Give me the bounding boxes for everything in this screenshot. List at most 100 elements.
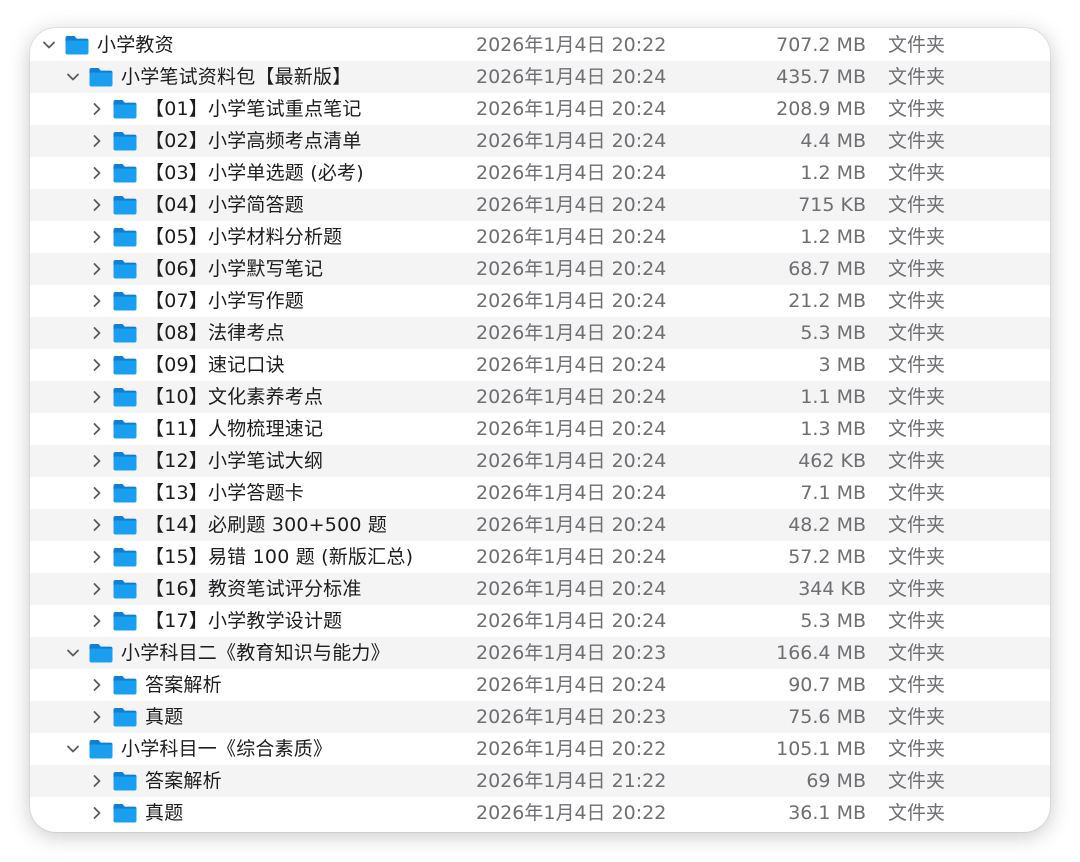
file-kind: 文件夹 (888, 514, 946, 536)
folder-icon (88, 738, 114, 760)
file-kind: 文件夹 (888, 642, 946, 664)
chevron-right-icon[interactable] (90, 293, 104, 309)
chevron-right-icon[interactable] (90, 357, 104, 373)
chevron-right-icon[interactable] (90, 773, 104, 789)
date-modified: 2026年1月4日 20:24 (476, 674, 667, 696)
chevron-right-icon[interactable] (90, 389, 104, 405)
folder-icon (112, 770, 138, 792)
file-row[interactable]: 真题 2026年1月4日 20:22 36.1 MB 文件夹 (30, 797, 1050, 829)
chevron-right-icon[interactable] (90, 485, 104, 501)
folder-icon (112, 194, 138, 216)
chevron-right-icon[interactable] (90, 101, 104, 117)
chevron-right-icon[interactable] (90, 229, 104, 245)
file-kind: 文件夹 (888, 674, 946, 696)
file-name: 【09】速记口诀 (145, 354, 285, 376)
file-row[interactable]: 答案解析 2026年1月4日 20:24 90.7 MB 文件夹 (30, 669, 1050, 701)
file-kind: 文件夹 (888, 802, 946, 824)
chevron-down-icon[interactable] (42, 37, 56, 53)
file-row[interactable]: 【02】小学高频考点清单 2026年1月4日 20:24 4.4 MB 文件夹 (30, 125, 1050, 157)
chevron-down-icon[interactable] (66, 69, 80, 85)
chevron-right-icon[interactable] (90, 517, 104, 533)
file-row[interactable]: 答案解析 2026年1月4日 21:22 69 MB 文件夹 (30, 765, 1050, 797)
chevron-down-icon[interactable] (66, 741, 80, 757)
file-kind: 文件夹 (888, 34, 946, 56)
date-modified: 2026年1月4日 20:24 (476, 162, 667, 184)
file-row[interactable]: 小学笔试资料包【最新版】 2026年1月4日 20:24 435.7 MB 文件夹 (30, 61, 1050, 93)
date-modified: 2026年1月4日 20:24 (476, 258, 667, 280)
file-row[interactable]: 【08】法律考点 2026年1月4日 20:24 5.3 MB 文件夹 (30, 317, 1050, 349)
file-row[interactable]: 【11】人物梳理速记 2026年1月4日 20:24 1.3 MB 文件夹 (30, 413, 1050, 445)
file-name: 【17】小学教学设计题 (145, 610, 343, 632)
file-size: 36.1 MB (788, 802, 866, 824)
file-kind: 文件夹 (888, 706, 946, 728)
file-row[interactable]: 小学科目二《教育知识与能力》 2026年1月4日 20:23 166.4 MB 文件夹 (30, 637, 1050, 669)
file-name: 【11】人物梳理速记 (145, 418, 324, 440)
folder-icon (112, 706, 138, 728)
date-modified: 2026年1月4日 20:24 (476, 546, 667, 568)
file-size: 105.1 MB (776, 738, 866, 760)
file-row[interactable]: 【04】小学简答题 2026年1月4日 20:24 715 KB 文件夹 (30, 189, 1050, 221)
file-row[interactable]: 【07】小学写作题 2026年1月4日 20:24 21.2 MB 文件夹 (30, 285, 1050, 317)
chevron-right-icon[interactable] (90, 549, 104, 565)
file-row[interactable]: 【01】小学笔试重点笔记 2026年1月4日 20:24 208.9 MB 文件夹 (30, 93, 1050, 125)
file-row[interactable]: 【17】小学教学设计题 2026年1月4日 20:24 5.3 MB 文件夹 (30, 605, 1050, 637)
file-row[interactable]: 【06】小学默写笔记 2026年1月4日 20:24 68.7 MB 文件夹 (30, 253, 1050, 285)
file-kind: 文件夹 (888, 578, 946, 600)
file-size: 1.2 MB (800, 162, 866, 184)
file-size: 344 KB (798, 578, 866, 600)
folder-icon (112, 258, 138, 280)
file-row[interactable]: 【16】教资笔试评分标准 2026年1月4日 20:24 344 KB 文件夹 (30, 573, 1050, 605)
file-row[interactable]: 【10】文化素养考点 2026年1月4日 20:24 1.1 MB 文件夹 (30, 381, 1050, 413)
file-name: 【05】小学材料分析题 (145, 226, 343, 248)
file-row[interactable]: 【03】小学单选题 (必考) 2026年1月4日 20:24 1.2 MB 文件夹 (30, 157, 1050, 189)
folder-icon (112, 130, 138, 152)
file-kind: 文件夹 (888, 770, 946, 792)
file-name: 答案解析 (145, 674, 222, 696)
date-modified: 2026年1月4日 20:23 (476, 642, 667, 664)
folder-icon (112, 450, 138, 472)
folder-icon (88, 66, 114, 88)
file-list: 小学教资 2026年1月4日 20:22 707.2 MB 文件夹 小学笔试资料包【最新… (30, 29, 1050, 829)
date-modified: 2026年1月4日 20:24 (476, 482, 667, 504)
date-modified: 2026年1月4日 20:24 (476, 98, 667, 120)
chevron-right-icon[interactable] (90, 709, 104, 725)
file-size: 48.2 MB (788, 514, 866, 536)
chevron-down-icon[interactable] (66, 645, 80, 661)
chevron-right-icon[interactable] (90, 453, 104, 469)
chevron-right-icon[interactable] (90, 421, 104, 437)
file-size: 707.2 MB (776, 34, 866, 56)
file-name: 【06】小学默写笔记 (145, 258, 324, 280)
folder-icon (88, 642, 114, 664)
folder-icon (112, 226, 138, 248)
file-row[interactable]: 【14】必刷题 300+500 题 2026年1月4日 20:24 48.2 MB 文… (30, 509, 1050, 541)
file-size: 1.2 MB (800, 226, 866, 248)
chevron-right-icon[interactable] (90, 805, 104, 821)
file-kind: 文件夹 (888, 610, 946, 632)
chevron-right-icon[interactable] (90, 261, 104, 277)
chevron-right-icon[interactable] (90, 325, 104, 341)
date-modified: 2026年1月4日 20:24 (476, 290, 667, 312)
file-row[interactable]: 小学教资 2026年1月4日 20:22 707.2 MB 文件夹 (30, 29, 1050, 61)
chevron-right-icon[interactable] (90, 165, 104, 181)
file-kind: 文件夹 (888, 418, 946, 440)
file-size: 90.7 MB (788, 674, 866, 696)
file-row[interactable]: 真题 2026年1月4日 20:23 75.6 MB 文件夹 (30, 701, 1050, 733)
file-row[interactable]: 【05】小学材料分析题 2026年1月4日 20:24 1.2 MB 文件夹 (30, 221, 1050, 253)
file-kind: 文件夹 (888, 482, 946, 504)
chevron-right-icon[interactable] (90, 133, 104, 149)
chevron-right-icon[interactable] (90, 613, 104, 629)
file-size: 69 MB (806, 770, 866, 792)
file-row[interactable]: 【13】小学答题卡 2026年1月4日 20:24 7.1 MB 文件夹 (30, 477, 1050, 509)
file-size: 208.9 MB (776, 98, 866, 120)
file-row[interactable]: 小学科目一《综合素质》 2026年1月4日 20:22 105.1 MB 文件夹 (30, 733, 1050, 765)
chevron-right-icon[interactable] (90, 581, 104, 597)
date-modified: 2026年1月4日 20:24 (476, 130, 667, 152)
file-name: 小学科目二《教育知识与能力》 (121, 642, 390, 664)
file-row[interactable]: 【15】易错 100 题 (新版汇总) 2026年1月4日 20:24 57.2 M… (30, 541, 1050, 573)
file-row[interactable]: 【12】小学笔试大纲 2026年1月4日 20:24 462 KB 文件夹 (30, 445, 1050, 477)
file-row[interactable]: 【09】速记口诀 2026年1月4日 20:24 3 MB 文件夹 (30, 349, 1050, 381)
chevron-right-icon[interactable] (90, 677, 104, 693)
file-size: 1.1 MB (800, 386, 866, 408)
chevron-right-icon[interactable] (90, 197, 104, 213)
date-modified: 2026年1月4日 21:22 (476, 770, 667, 792)
